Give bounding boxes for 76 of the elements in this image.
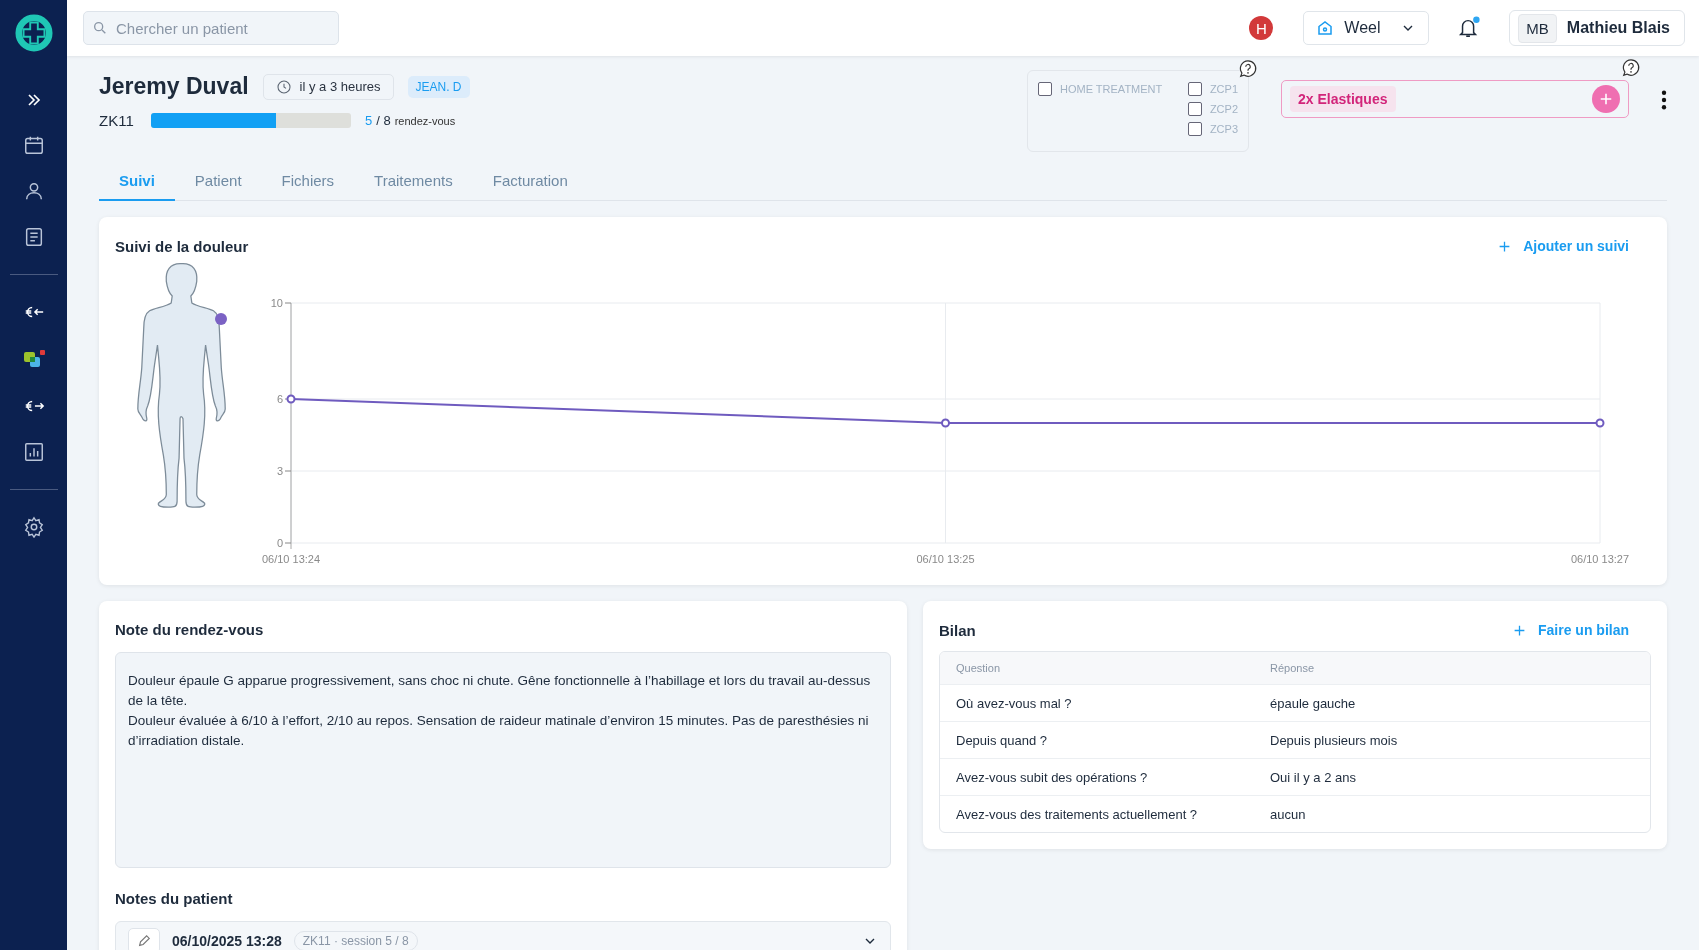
table-cell-text: Oui il y a 2 ans	[1269, 769, 1357, 785]
practitioner-tag: JEAN. D	[407, 75, 470, 98]
tab[interactable]: Traitements	[354, 162, 473, 201]
note-date: 06/10/2025 13:28	[172, 933, 282, 949]
tab[interactable]: Facturation	[472, 162, 588, 201]
equipment-tag: 2x Elastiques	[1290, 86, 1396, 112]
table-cell-text: Avez-vous des traitements actuellement ?	[955, 806, 1199, 822]
checkbox-label: ZCP3	[1209, 123, 1238, 135]
workspace-select[interactable]: Weel	[1303, 11, 1430, 45]
last-visit-text: il y a 3 heures	[299, 79, 381, 94]
sessions-total: / 8	[376, 113, 391, 128]
table-cell-text: Avez-vous subit des opérations ?	[955, 769, 1149, 785]
search-icon	[92, 20, 108, 36]
pencil-icon	[137, 934, 151, 948]
note-text: Douleur épaule G apparue progressivement, sans choc ni chute. Gêne fonctionnelle à l’habillage et lors du travail au-dessus de la tête. Douleur évaluée à 6/10 à l’effort, 2/10 au repos. Sensation de raideur matinale d’environ 15 minutes. Pas de paresthésies ni d’irradiation distale.	[128, 672, 872, 750]
zcp-checkbox[interactable]	[1187, 82, 1202, 96]
patient-name: Jeremy Duval	[99, 73, 249, 100]
card-title: Bilan	[939, 621, 976, 639]
y-tick-label: 3	[276, 465, 283, 477]
column-header: Question	[955, 662, 1002, 674]
pain-point-marker	[215, 313, 227, 325]
x-tick-label: 06/10 13:24	[261, 553, 321, 565]
add-tracking-link[interactable]: Ajouter un suivi	[1492, 237, 1635, 255]
zcp-checkbox[interactable]	[1187, 102, 1202, 116]
plus-icon	[1513, 623, 1526, 637]
y-tick-label: 6	[276, 393, 283, 405]
user-menu[interactable]: MB Mathieu Blais	[1509, 10, 1685, 46]
y-tick-label: 10	[270, 297, 283, 309]
tab[interactable]: Fichiers	[261, 162, 355, 201]
sessions-unit: rendez-vous	[394, 115, 456, 127]
x-tick-label: 06/10 13:25	[916, 553, 975, 565]
settings-icon[interactable]	[22, 516, 45, 538]
patient-note-row[interactable]: 06/10/2025 13:28 ZK11 · session 5 / 8	[115, 921, 891, 950]
user-name: Mathieu Blais	[1566, 19, 1670, 37]
y-tick-label: 0	[276, 537, 283, 549]
table-cell-text: Depuis quand ?	[955, 732, 1049, 748]
card-title: Suivi de la douleur	[115, 237, 249, 255]
note-text-area[interactable]	[115, 652, 891, 868]
table-cell-text: Depuis plusieurs mois	[1269, 732, 1399, 748]
plus-icon	[1599, 92, 1613, 106]
data-point	[286, 394, 296, 404]
add-equipment-button[interactable]	[1592, 85, 1620, 113]
checkbox-label: ZCP2	[1209, 103, 1238, 115]
more-options-icon[interactable]	[1661, 90, 1667, 110]
search-field[interactable]: Chercher un patient	[83, 11, 339, 45]
calendar-icon[interactable]	[22, 134, 45, 156]
home-treatment-checkbox[interactable]	[1038, 82, 1052, 96]
x-tick-label: 06/10 13:27	[1570, 553, 1630, 565]
house-icon	[1316, 19, 1335, 37]
card-title: Notes du patient	[115, 890, 234, 907]
checkbox-label: HOME TREATMENT	[1060, 83, 1163, 95]
help-icon[interactable]	[1238, 59, 1258, 79]
column-header: Réponse	[1269, 662, 1316, 674]
data-point	[941, 418, 950, 428]
edit-button[interactable]	[128, 928, 160, 950]
notification-bell-icon[interactable]	[1457, 16, 1482, 40]
program-code: ZK11	[99, 112, 135, 129]
table-cell-text: aucun	[1269, 806, 1307, 822]
help-icon[interactable]	[1621, 58, 1641, 78]
equipment-field[interactable]: 2x Elastiques	[1281, 80, 1629, 118]
data-point	[1595, 418, 1605, 428]
plus-icon	[1498, 239, 1512, 253]
new-assessment-link[interactable]: Faire un bilan	[1507, 621, 1635, 639]
sessions-done: 5	[365, 113, 373, 128]
table-cell-text: Où avez-vous mal ?	[955, 695, 1073, 711]
bar-chart-icon[interactable]	[22, 441, 45, 463]
card-title: Note du rendez-vous	[115, 621, 265, 638]
tab[interactable]: Suivi	[99, 162, 175, 201]
logo-icon[interactable]	[14, 14, 53, 52]
checkbox-label: ZCP1	[1209, 83, 1238, 95]
clock-icon	[275, 78, 292, 95]
hospital-badge[interactable]: H	[1249, 16, 1274, 40]
zcp-checkbox[interactable]	[1187, 122, 1202, 136]
user-initials: MB	[1518, 13, 1557, 43]
table-cell-text: épaule gauche	[1269, 695, 1357, 711]
tab[interactable]: Patient	[174, 162, 262, 201]
